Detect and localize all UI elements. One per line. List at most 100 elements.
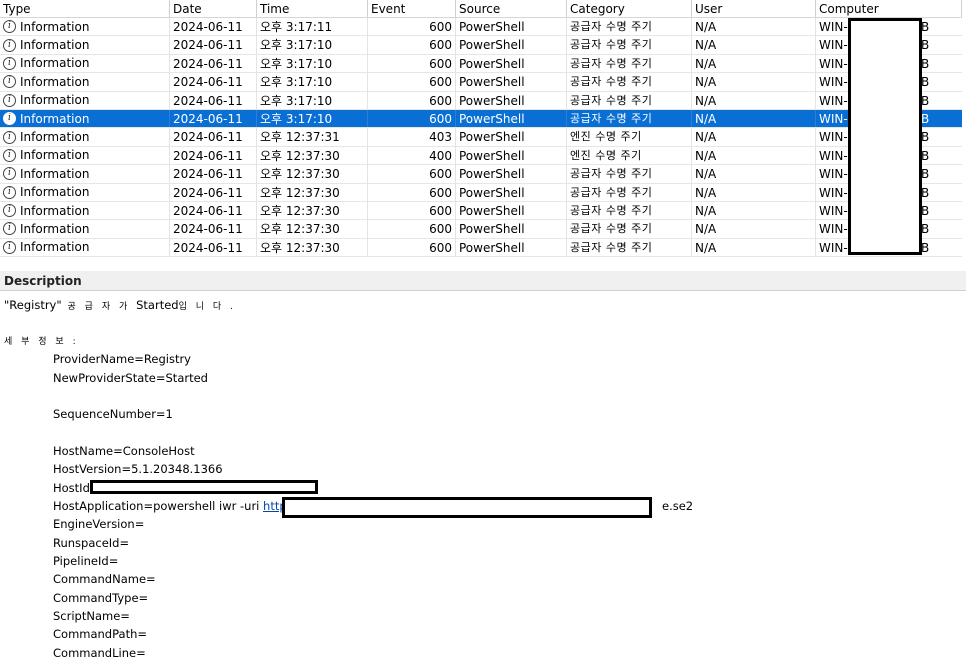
type-text: Information xyxy=(20,222,90,236)
event-row[interactable]: i Information 2024-06-11 오후 12:37:30 400 Powe… xyxy=(0,146,962,166)
cell-category: 엔진 수명 주기 xyxy=(567,146,692,165)
cell-date: 2024-06-11 xyxy=(170,91,257,109)
cell-type: i Information xyxy=(0,128,170,146)
event-row[interactable]: i Information 2024-06-11 오후 12:37:30 600 Powe… xyxy=(0,238,962,258)
computer-suffix: B xyxy=(921,20,930,34)
cell-date: 2024-06-11 xyxy=(170,201,257,220)
column-header-user[interactable]: User xyxy=(692,0,816,17)
column-header-row: Type Date Time Event Source Category Use… xyxy=(0,0,962,18)
column-header-source[interactable]: Source xyxy=(456,0,567,17)
info-icon: i xyxy=(3,75,16,89)
type-text: Information xyxy=(20,203,90,218)
cell-time: 오후 12:37:30 xyxy=(257,220,368,238)
cell-event: 600 xyxy=(368,73,456,91)
column-header-category[interactable]: Category xyxy=(567,0,692,17)
command-line-line: CommandLine= xyxy=(53,646,146,660)
column-header-date[interactable]: Date xyxy=(170,0,257,17)
event-row[interactable]: i Information 2024-06-11 오후 12:37:31 403 Powe… xyxy=(0,128,962,147)
computer-prefix: WIN- xyxy=(819,20,848,34)
cell-type: i Information xyxy=(0,238,170,257)
cell-type: i Information xyxy=(0,183,170,201)
computer-prefix: WIN- xyxy=(819,167,848,182)
cell-date: 2024-06-11 xyxy=(170,128,257,146)
event-row[interactable]: i Information 2024-06-11 오후 3:17:10 600 Power… xyxy=(0,91,962,110)
redaction-box xyxy=(848,18,922,255)
cell-event: 600 xyxy=(368,18,456,36)
cell-type: i Information xyxy=(0,18,170,36)
info-icon: i xyxy=(3,130,16,144)
cell-type: i Information xyxy=(0,36,170,54)
computer-suffix: B xyxy=(921,75,930,90)
host-name-line: HostName=ConsoleHost xyxy=(53,444,195,458)
info-icon: i xyxy=(3,185,16,199)
cell-type: i Information xyxy=(0,91,170,109)
summary-suffix-ko: 입 니 다 . xyxy=(178,302,236,312)
cell-time: 오후 12:37:30 xyxy=(257,165,368,183)
computer-prefix: WIN- xyxy=(819,93,848,108)
type-text: Information xyxy=(20,74,90,89)
event-row[interactable]: i Information 2024-06-11 오후 12:37:30 600 Powe… xyxy=(0,201,962,221)
cell-event: 600 xyxy=(368,54,456,73)
provider-name-line: ProviderName=Registry xyxy=(53,352,191,366)
cell-time: 오후 3:17:10 xyxy=(257,109,368,128)
cell-category: 공급자 수명 주기 xyxy=(567,220,692,238)
event-row[interactable]: i Information 2024-06-11 오후 3:17:10 600 Power… xyxy=(0,109,962,129)
event-row[interactable]: i Information 2024-06-11 오후 3:17:10 600 Power… xyxy=(0,54,962,74)
event-row[interactable]: i Information 2024-06-11 오후 3:17:10 600 Power… xyxy=(0,36,962,55)
column-header-time[interactable]: Time xyxy=(257,0,368,17)
cell-event: 600 xyxy=(368,201,456,220)
cell-user: N/A xyxy=(692,238,816,257)
cell-user: N/A xyxy=(692,183,816,201)
computer-suffix: B xyxy=(921,240,930,255)
event-row[interactable]: i Information 2024-06-11 오후 12:37:30 600 Powe… xyxy=(0,165,962,184)
cell-event: 600 xyxy=(368,165,456,183)
cell-event: 600 xyxy=(368,36,456,54)
details-label: 세 부 정 보 : xyxy=(4,337,79,347)
cell-type: i Information xyxy=(0,54,170,73)
column-header-type[interactable]: Type xyxy=(0,0,170,17)
cell-user: N/A xyxy=(692,146,816,165)
event-row[interactable]: i Information 2024-06-11 오후 3:17:10 600 Power… xyxy=(0,73,962,92)
host-application-suffix: e.se2 xyxy=(662,499,694,513)
cell-type: i Information xyxy=(0,165,170,183)
cell-event: 400 xyxy=(368,146,456,165)
cell-time: 오후 3:17:10 xyxy=(257,54,368,73)
computer-prefix: WIN- xyxy=(819,222,848,237)
cell-date: 2024-06-11 xyxy=(170,146,257,165)
event-row[interactable]: i Information 2024-06-11 오후 12:37:30 600 Powe… xyxy=(0,220,962,239)
computer-prefix: WIN- xyxy=(819,185,848,200)
cell-event: 600 xyxy=(368,183,456,201)
column-header-event[interactable]: Event xyxy=(368,0,456,17)
description-summary: "Registry" 공 급 자 가 Started입 니 다 . xyxy=(4,298,236,312)
column-header-computer[interactable]: Computer xyxy=(816,0,962,17)
cell-source: PowerShell xyxy=(456,18,567,36)
computer-suffix: B xyxy=(921,203,930,218)
computer-suffix: B xyxy=(921,148,930,163)
computer-suffix: B xyxy=(921,93,930,108)
pipeline-id-line: PipelineId= xyxy=(53,554,119,568)
cell-user: N/A xyxy=(692,36,816,54)
summary-state: Started xyxy=(136,298,179,312)
cell-event: 600 xyxy=(368,238,456,257)
info-icon: i xyxy=(3,56,16,70)
computer-prefix: WIN- xyxy=(819,75,848,90)
cell-date: 2024-06-11 xyxy=(170,238,257,257)
engine-version-line: EngineVersion= xyxy=(53,517,145,531)
cell-category: 공급자 수명 주기 xyxy=(567,18,692,36)
cell-date: 2024-06-11 xyxy=(170,183,257,201)
info-icon: i xyxy=(3,93,16,107)
info-icon: i xyxy=(3,148,16,162)
cell-category: 엔진 수명 주기 xyxy=(567,128,692,146)
event-row[interactable]: i Information 2024-06-11 오후 12:37:30 600 Powe… xyxy=(0,183,962,202)
cell-source: PowerShell xyxy=(456,128,567,146)
info-icon: i xyxy=(3,222,16,236)
cell-type: i Information xyxy=(0,201,170,220)
cell-source: PowerShell xyxy=(456,201,567,220)
computer-prefix: WIN- xyxy=(819,56,848,71)
event-row[interactable]: i Information 2024-06-11 오후 3:17:11 600 Power… xyxy=(0,18,962,37)
cell-source: PowerShell xyxy=(456,238,567,257)
info-icon: i xyxy=(3,20,16,34)
cell-source: PowerShell xyxy=(456,36,567,54)
cell-category: 공급자 수명 주기 xyxy=(567,73,692,91)
command-type-line: CommandType= xyxy=(53,591,149,605)
